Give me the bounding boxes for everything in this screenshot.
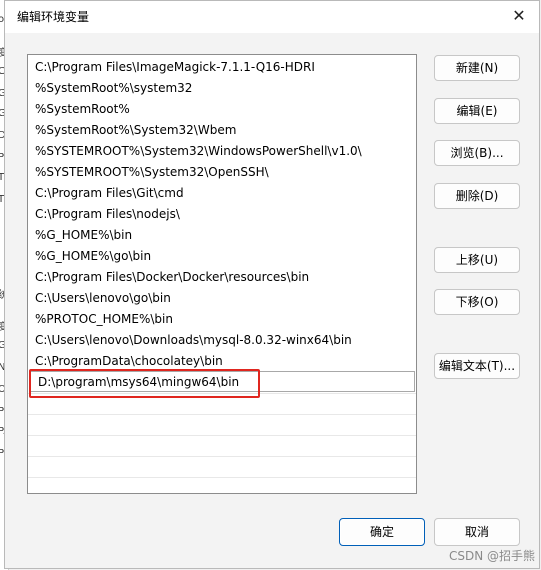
list-item[interactable]: C:\Users\lenovo\go\bin — [28, 288, 416, 309]
empty-row-divider — [28, 393, 416, 394]
dialog-title: 编辑环境变量 — [17, 10, 90, 24]
list-item[interactable]: C:\Program Files\nodejs\ — [28, 204, 416, 225]
empty-row-divider — [28, 456, 416, 457]
list-item[interactable]: C:\Program Files\ImageMagick-7.1.1-Q16-H… — [28, 57, 416, 78]
list-item[interactable]: C:\Program Files\Git\cmd — [28, 183, 416, 204]
edit-text-button[interactable]: 编辑文本(T)... — [434, 353, 520, 379]
empty-row-divider — [28, 435, 416, 436]
close-button[interactable]: ✕ — [507, 5, 531, 27]
list-item[interactable]: C:\Users\lenovo\Downloads\mysql-8.0.32-w… — [28, 330, 416, 351]
move-down-button[interactable]: 下移(O) — [434, 289, 520, 315]
list-item[interactable]: %SystemRoot%\System32\Wbem — [28, 120, 416, 141]
delete-button[interactable]: 删除(D) — [434, 183, 520, 209]
list-item[interactable]: %PROTOC_HOME%\bin — [28, 309, 416, 330]
list-item[interactable]: C:\Program Files\Docker\Docker\resources… — [28, 267, 416, 288]
watermark: CSDN @招手熊 — [448, 549, 535, 563]
list-item[interactable]: %G_HOME%\go\bin — [28, 246, 416, 267]
close-icon: ✕ — [512, 6, 526, 25]
move-up-button[interactable]: 上移(U) — [434, 247, 520, 273]
browse-button[interactable]: 浏览(B)... — [434, 140, 520, 166]
cancel-button[interactable]: 取消 — [434, 518, 520, 546]
list-item[interactable]: %SYSTEMROOT%\System32\OpenSSH\ — [28, 162, 416, 183]
edit-environment-variable-dialog: 编辑环境变量 ✕ C:\Program Files\ImageMagick-7.… — [4, 0, 540, 569]
list-item[interactable]: %G_HOME%\bin — [28, 225, 416, 246]
list-item[interactable]: %SystemRoot%\system32 — [28, 78, 416, 99]
list-item[interactable]: %SystemRoot% — [28, 99, 416, 120]
ok-button[interactable]: 确定 — [339, 518, 425, 546]
empty-row-divider — [28, 477, 416, 478]
new-button[interactable]: 新建(N) — [434, 55, 520, 81]
empty-row-divider — [28, 414, 416, 415]
edit-button[interactable]: 编辑(E) — [434, 98, 520, 124]
list-item[interactable]: %SYSTEMROOT%\System32\WindowsPowerShell\… — [28, 141, 416, 162]
path-list[interactable]: C:\Program Files\ImageMagick-7.1.1-Q16-H… — [27, 54, 417, 494]
title-bar[interactable]: 编辑环境变量 ✕ — [5, 1, 539, 33]
editing-path-input[interactable]: D:\program\msys64\mingw64\bin — [30, 371, 415, 392]
list-item[interactable]: C:\ProgramData\chocolatey\bin — [28, 351, 416, 372]
